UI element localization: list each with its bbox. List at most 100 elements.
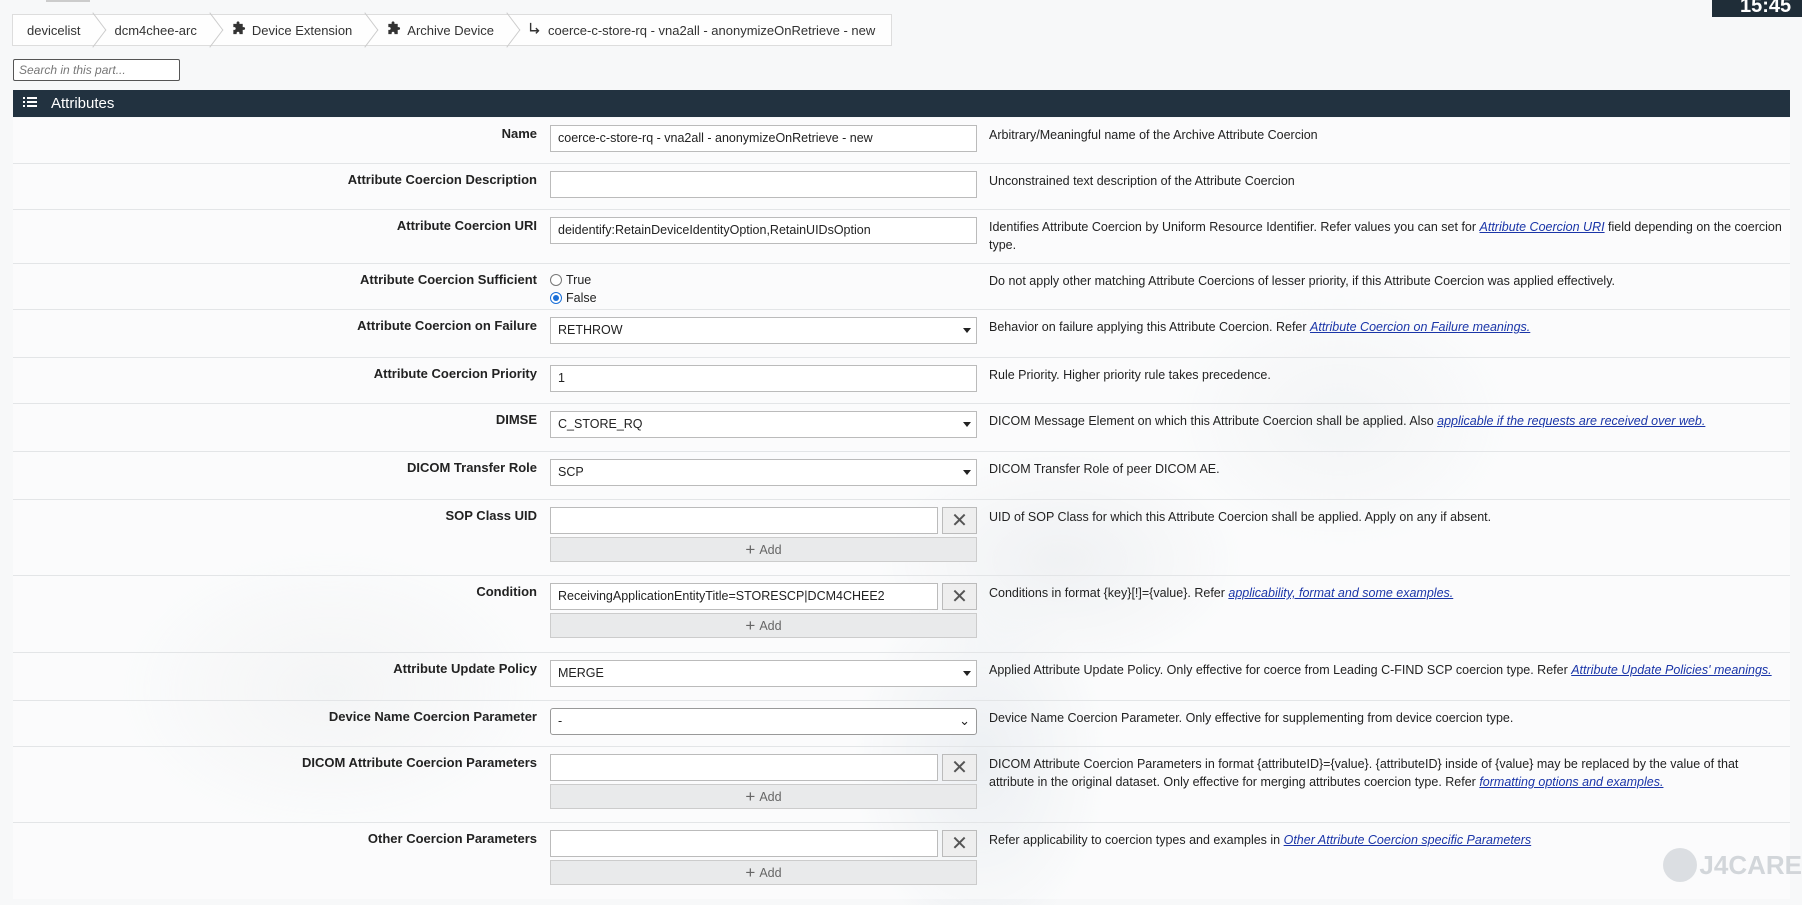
- puzzle-icon: [386, 21, 401, 39]
- field-row-priority: Attribute Coercion Priority 1 Rule Prior…: [13, 358, 1790, 404]
- add-label: Add: [759, 542, 782, 557]
- dimse-select[interactable]: C_STORE_RQ: [550, 411, 977, 438]
- section-title: Attributes: [51, 95, 115, 112]
- dicom-attr-params-help-link[interactable]: formatting options and examples.: [1479, 775, 1663, 789]
- field-description: DICOM Message Element on which this Attr…: [989, 412, 1782, 430]
- sufficient-option-true[interactable]: True: [550, 271, 977, 289]
- field-description: Conditions in format {key}[!]={value}. R…: [989, 584, 1782, 602]
- field-row-description: Attribute Coercion Description Unconstra…: [13, 164, 1790, 210]
- sufficient-option-false[interactable]: False: [550, 289, 977, 307]
- field-row-update-policy: Attribute Update Policy MERGE Applied At…: [13, 653, 1790, 701]
- field-row-on-failure: Attribute Coercion on Failure RETHROW Be…: [13, 310, 1790, 358]
- desc-text: Identifies Attribute Coercion by Uniform…: [989, 220, 1480, 234]
- clock: 15:45: [1712, 0, 1802, 17]
- transfer-role-select[interactable]: SCP: [550, 459, 977, 486]
- field-row-sufficient: Attribute Coercion Sufficient True False…: [13, 264, 1790, 310]
- desc-text: Refer applicability to coercion types an…: [989, 833, 1284, 847]
- breadcrumb-device-extension[interactable]: Device Extension: [215, 15, 370, 45]
- breadcrumb-label: Device Extension: [251, 22, 353, 38]
- remove-condition-button[interactable]: ✕: [942, 583, 977, 610]
- close-icon: ✕: [951, 756, 968, 779]
- field-label: Other Coercion Parameters: [367, 831, 537, 846]
- field-label: Attribute Coercion on Failure: [357, 318, 537, 333]
- add-dicom-attr-param-button[interactable]: + Add: [550, 784, 977, 809]
- field-label: Attribute Coercion Priority: [373, 366, 537, 381]
- j4care-logo: J4CARE: [1663, 848, 1802, 882]
- other-params-input[interactable]: [550, 830, 938, 857]
- list-icon: [23, 96, 37, 111]
- desc-text: Conditions in format {key}[!]={value}. R…: [989, 586, 1229, 600]
- update-policy-help-link[interactable]: Attribute Update Policies' meanings.: [1571, 663, 1771, 677]
- radio-false[interactable]: [550, 292, 562, 304]
- field-label: Attribute Coercion Sufficient: [360, 272, 537, 287]
- condition-help-link[interactable]: applicability, format and some examples.: [1228, 586, 1453, 600]
- logo-text: J4CARE: [1699, 849, 1802, 880]
- add-condition-button[interactable]: + Add: [550, 613, 977, 638]
- add-label: Add: [759, 865, 782, 880]
- field-description: Identifies Attribute Coercion by Uniform…: [989, 218, 1782, 254]
- uri-help-link[interactable]: Attribute Coercion URI: [1480, 220, 1605, 234]
- chevron-down-icon: ⌄: [959, 713, 970, 728]
- name-input[interactable]: coerce-c-store-rq - vna2all - anonymizeO…: [550, 125, 977, 152]
- field-row-sop-class: SOP Class UID ✕ + Add UID of SOP Class fo…: [13, 500, 1790, 576]
- device-name-param-select[interactable]: -: [550, 708, 977, 735]
- field-row-device-name-param: Device Name Coercion Parameter - ⌄ Device…: [13, 701, 1790, 747]
- close-icon: ✕: [951, 585, 968, 608]
- breadcrumb-label: dcm4chee-arc: [114, 22, 197, 38]
- field-label: Condition: [476, 584, 537, 599]
- field-description: DICOM Transfer Role of peer DICOM AE.: [989, 462, 1220, 476]
- plus-icon: +: [745, 787, 756, 806]
- breadcrumb-label: Archive Device: [407, 22, 494, 38]
- breadcrumb-devicelist[interactable]: devicelist: [12, 15, 98, 45]
- field-label: Attribute Update Policy: [393, 661, 537, 676]
- breadcrumb-label: devicelist: [27, 22, 81, 38]
- radio-label: True: [566, 273, 592, 287]
- add-sop-class-button[interactable]: + Add: [550, 537, 977, 562]
- field-description: Behavior on failure applying this Attrib…: [989, 318, 1782, 336]
- priority-input[interactable]: 1: [550, 365, 977, 392]
- add-other-param-button[interactable]: + Add: [550, 860, 977, 885]
- on-failure-help-link[interactable]: Attribute Coercion on Failure meanings.: [1310, 320, 1530, 334]
- desc-text: DICOM Message Element on which this Attr…: [989, 414, 1438, 428]
- field-label: DICOM Transfer Role: [406, 460, 537, 475]
- field-label: Attribute Coercion Description: [347, 172, 537, 187]
- remove-sop-class-button[interactable]: ✕: [942, 507, 977, 534]
- field-label: DICOM Attribute Coercion Parameters: [301, 755, 537, 770]
- add-label: Add: [759, 618, 782, 633]
- attributes-section-header[interactable]: Attributes: [13, 90, 1790, 117]
- dimse-help-link[interactable]: applicable if the requests are received …: [1437, 414, 1705, 428]
- field-description: Applied Attribute Update Policy. Only ef…: [989, 661, 1782, 679]
- breadcrumb-device[interactable]: dcm4chee-arc: [98, 15, 214, 45]
- plus-icon: +: [745, 863, 756, 882]
- field-row-name: Name coerce-c-store-rq - vna2all - anony…: [13, 118, 1790, 164]
- puzzle-icon: [231, 21, 246, 39]
- plus-icon: +: [745, 616, 756, 635]
- field-row-dicom-attr-params: DICOM Attribute Coercion Parameters ✕ + A…: [13, 747, 1790, 823]
- search-input[interactable]: [13, 59, 180, 81]
- add-label: Add: [759, 789, 782, 804]
- field-description: Rule Priority. Higher priority rule take…: [989, 368, 1271, 382]
- desc-text: Applied Attribute Update Policy. Only ef…: [989, 663, 1572, 677]
- field-description: UID of SOP Class for which this Attribut…: [989, 510, 1492, 524]
- field-label: Device Name Coercion Parameter: [328, 709, 537, 724]
- breadcrumb-label: coerce-c-store-rq - vna2all - anonymizeO…: [548, 22, 876, 38]
- description-input[interactable]: [550, 171, 977, 198]
- breadcrumb-archive-device[interactable]: Archive Device: [370, 15, 512, 45]
- condition-input[interactable]: ReceivingApplicationEntityTitle=STORESCP…: [550, 583, 938, 610]
- uri-input[interactable]: deidentify:RetainDeviceIdentityOption,Re…: [550, 217, 977, 244]
- field-row-dimse: DIMSE C_STORE_RQ DICOM Message Element o…: [13, 404, 1790, 452]
- breadcrumb-current: coerce-c-store-rq - vna2all - anonymizeO…: [512, 15, 893, 45]
- field-row-transfer-role: DICOM Transfer Role SCP DICOM Transfer R…: [13, 452, 1790, 500]
- other-params-help-link[interactable]: Other Attribute Coercion specific Parame…: [1284, 833, 1532, 847]
- child-arrow-icon: [528, 22, 542, 39]
- on-failure-select[interactable]: RETHROW: [550, 317, 977, 344]
- desc-text: Behavior on failure applying this Attrib…: [989, 320, 1311, 334]
- update-policy-select[interactable]: MERGE: [550, 660, 977, 687]
- field-description: Arbitrary/Meaningful name of the Archive…: [989, 128, 1318, 142]
- dicom-attr-params-input[interactable]: [550, 754, 938, 781]
- remove-other-param-button[interactable]: ✕: [942, 830, 977, 857]
- sop-class-input[interactable]: [550, 507, 938, 534]
- radio-true[interactable]: [550, 274, 562, 286]
- remove-dicom-attr-param-button[interactable]: ✕: [942, 754, 977, 781]
- field-row-other-params: Other Coercion Parameters ✕ + Add Refer a…: [13, 823, 1790, 899]
